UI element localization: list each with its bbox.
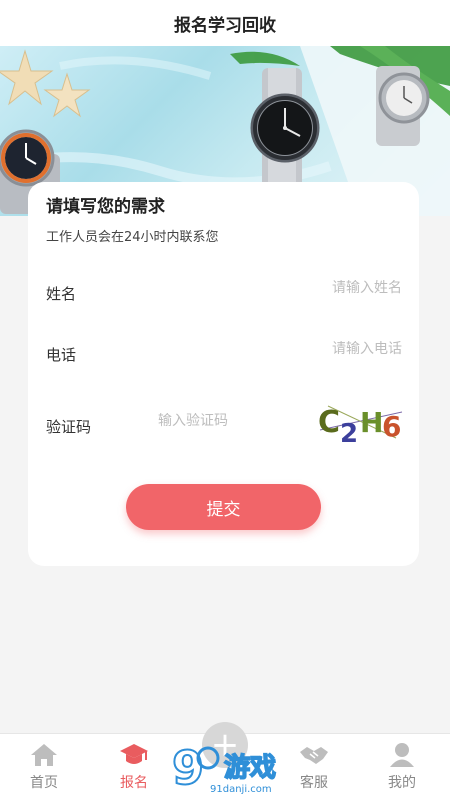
starfish-icon	[0, 49, 54, 106]
name-input[interactable]	[238, 280, 402, 296]
svg-text:H: H	[360, 406, 383, 439]
svg-text:9: 9	[172, 741, 204, 795]
graduation-cap-icon	[120, 744, 148, 764]
tab-label: 首页	[30, 775, 58, 791]
watermark-logo: 9 游戏 91danji.com	[171, 740, 277, 796]
user-icon	[390, 743, 414, 767]
svg-text:2: 2	[340, 419, 358, 444]
phone-input[interactable]	[238, 341, 402, 357]
captcha-input[interactable]	[158, 413, 298, 429]
tab-signup[interactable]: 报名	[94, 742, 174, 800]
name-label: 姓名	[46, 285, 77, 303]
captcha-label: 验证码	[46, 418, 92, 436]
captcha-image[interactable]: C 2 H 6	[318, 400, 404, 444]
submit-button[interactable]: 提交	[126, 484, 321, 530]
home-icon	[31, 744, 57, 766]
phone-label: 电话	[46, 346, 77, 364]
request-form-card: 请填写您的需求 工作人员会在24小时内联系您 姓名 电话 验证码 C 2 H 6…	[28, 182, 419, 566]
svg-text:游戏: 游戏	[224, 753, 276, 783]
top-bar: 报名学习回收	[0, 0, 450, 46]
form-title: 请填写您的需求	[46, 197, 165, 217]
form-subtitle: 工作人员会在24小时内联系您	[46, 230, 219, 245]
tab-label: 报名	[120, 775, 148, 791]
tab-home[interactable]: 首页	[4, 742, 84, 800]
tab-profile[interactable]: 我的	[362, 742, 442, 800]
svg-text:91danji.com: 91danji.com	[210, 784, 272, 795]
svg-text:6: 6	[382, 410, 401, 443]
tab-label: 我的	[388, 775, 416, 791]
svg-text:C: C	[318, 405, 340, 440]
page-title: 报名学习回收	[174, 15, 276, 36]
